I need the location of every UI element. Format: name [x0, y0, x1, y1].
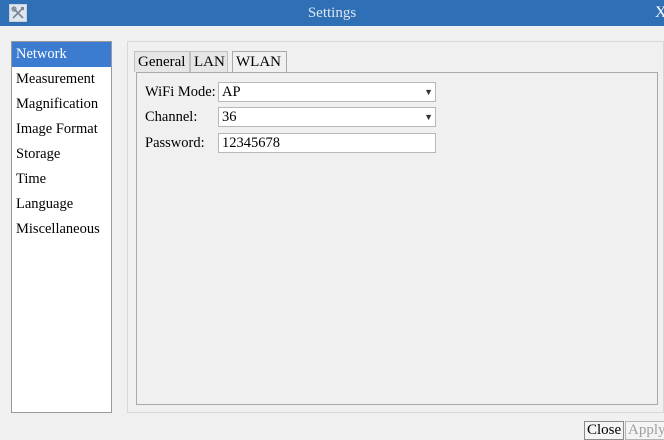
title-bar: Settings X: [0, 0, 664, 26]
tab-general[interactable]: General: [134, 51, 190, 72]
wifi-mode-select[interactable]: AP ▼: [218, 82, 436, 102]
wifi-mode-label: WiFi Mode:: [145, 84, 216, 100]
sidebar-item-network[interactable]: Network: [12, 42, 111, 67]
chevron-down-icon: ▼: [424, 87, 433, 97]
window-close-button[interactable]: X: [655, 0, 664, 26]
channel-label: Channel:: [145, 109, 198, 125]
sidebar-item-magnification[interactable]: Magnification: [12, 92, 111, 117]
wifi-mode-value: AP: [222, 84, 241, 100]
sidebar-item-time[interactable]: Time: [12, 167, 111, 192]
tab-lan[interactable]: LAN: [190, 51, 228, 72]
close-button[interactable]: Close: [584, 421, 624, 440]
sidebar-item-storage[interactable]: Storage: [12, 142, 111, 167]
sidebar-item-language[interactable]: Language: [12, 192, 111, 217]
channel-select[interactable]: 36 ▼: [218, 107, 436, 127]
settings-category-list: Network Measurement Magnification Image …: [11, 41, 112, 413]
sidebar-item-image-format[interactable]: Image Format: [12, 117, 111, 142]
password-label: Password:: [145, 135, 205, 151]
tab-wlan[interactable]: WLAN: [232, 51, 287, 73]
chevron-down-icon: ▼: [424, 112, 433, 122]
window-title: Settings: [307, 5, 357, 21]
password-field[interactable]: 12345678: [218, 133, 436, 153]
sidebar-item-miscellaneous[interactable]: Miscellaneous: [12, 217, 111, 242]
channel-value: 36: [222, 109, 237, 125]
sidebar-item-measurement[interactable]: Measurement: [12, 67, 111, 92]
apply-button[interactable]: Apply: [625, 421, 664, 440]
